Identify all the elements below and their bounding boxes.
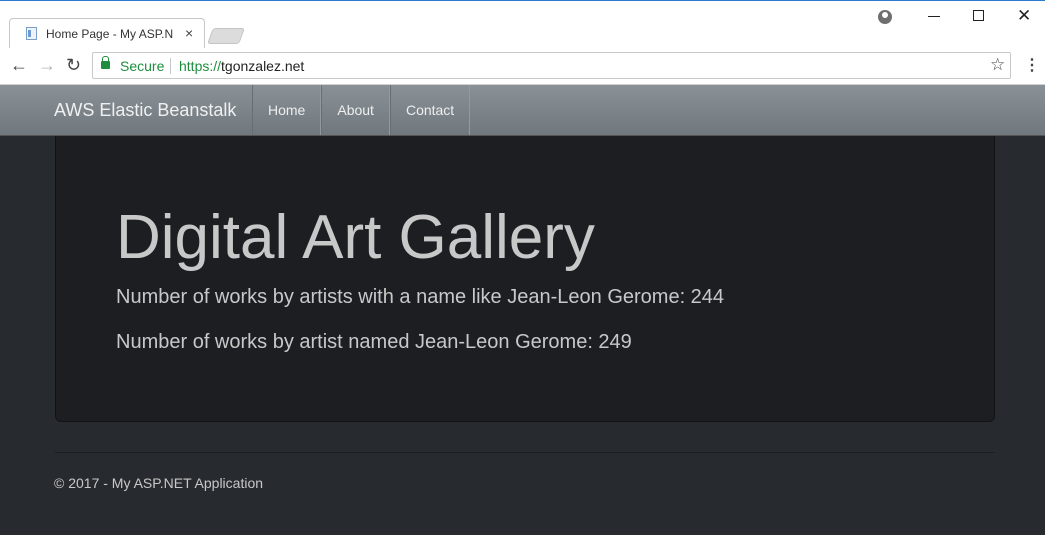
reload-icon[interactable]: ↻ — [66, 55, 81, 76]
maximize-window-button[interactable] — [973, 10, 984, 21]
browser-titlebar: Home Page - My ASP.NE × ✕ — [0, 0, 1045, 49]
page-favicon-icon — [26, 27, 37, 40]
footer-copyright: © 2017 - My ASP.NET Application — [54, 475, 264, 491]
url-scheme: https:// — [179, 58, 222, 74]
tab-close-icon[interactable]: × — [185, 25, 193, 41]
url-host: tgonzalez.net — [221, 58, 305, 74]
browser-toolbar: ← → ↻ Secure https://tgonzalez.net ☆ ⋮ — [0, 48, 1045, 85]
tab-title: Home Page - My ASP.NE — [46, 27, 174, 41]
secure-label: Secure — [120, 58, 165, 74]
profile-icon[interactable] — [878, 10, 892, 24]
site-navbar: AWS Elastic Beanstalk Home About Contact — [0, 85, 1045, 136]
address-bar[interactable]: Secure https://tgonzalez.net ☆ — [92, 52, 1011, 79]
jumbotron: Digital Art Gallery Number of works by a… — [55, 136, 995, 422]
navbar-menu: Home About Contact — [252, 85, 471, 135]
navbar-brand[interactable]: AWS Elastic Beanstalk — [54, 100, 236, 121]
minimize-window-button[interactable] — [928, 16, 940, 17]
stat-works-name-like: Number of works by artists with a name l… — [116, 286, 725, 308]
stat-works-named: Number of works by artist named Jean-Leo… — [116, 331, 632, 353]
back-arrow-icon[interactable]: ← — [10, 55, 28, 76]
close-window-button[interactable]: ✕ — [1017, 6, 1031, 26]
footer-divider — [55, 452, 995, 453]
nav-item-contact[interactable]: Contact — [389, 85, 471, 135]
new-tab-button[interactable] — [207, 28, 245, 44]
lock-icon — [101, 56, 110, 69]
browser-tab[interactable]: Home Page - My ASP.NE × — [9, 18, 205, 49]
nav-item-home[interactable]: Home — [252, 85, 322, 135]
nav-item-about[interactable]: About — [321, 85, 390, 135]
forward-arrow-icon[interactable]: → — [38, 55, 56, 76]
bookmark-star-icon[interactable]: ☆ — [990, 55, 1005, 75]
browser-menu-icon[interactable]: ⋮ — [1024, 55, 1040, 75]
page-title: Digital Art Gallery — [116, 203, 595, 272]
address-bar-divider — [170, 58, 171, 74]
url-text[interactable]: https://tgonzalez.net — [179, 58, 304, 74]
